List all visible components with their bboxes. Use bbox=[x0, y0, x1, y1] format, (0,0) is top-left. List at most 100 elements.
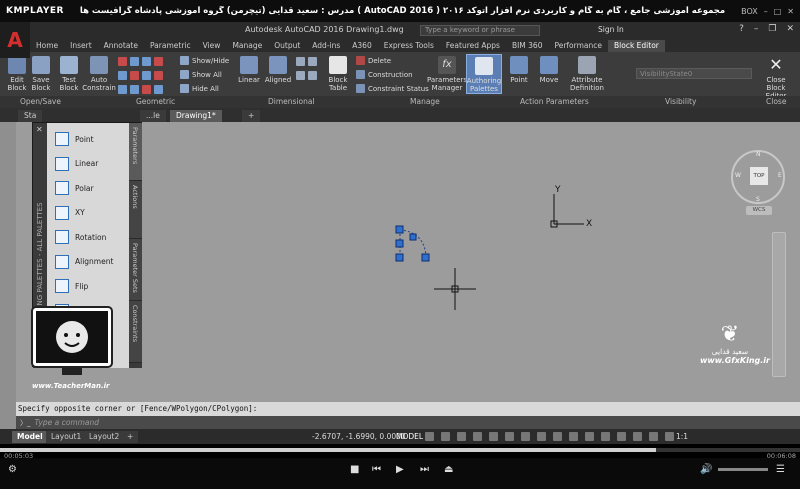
palette-item-flip[interactable]: Flip bbox=[47, 274, 129, 298]
panel-label-action-parameters[interactable]: Action Parameters bbox=[520, 97, 589, 106]
visibility-state-dropdown[interactable]: VisibilityState0 bbox=[636, 68, 752, 79]
previous-icon[interactable]: ⏮ bbox=[372, 464, 381, 475]
dimensional-small-icons-2[interactable] bbox=[296, 71, 317, 80]
palette-tab-parameter-sets[interactable]: Parameter Sets bbox=[129, 239, 142, 301]
ribbon-tab-manage[interactable]: Manage bbox=[226, 40, 268, 52]
ribbon-tab-output[interactable]: Output bbox=[268, 40, 306, 52]
eject-icon[interactable]: ⏏ bbox=[444, 464, 453, 475]
file-tab-drawing1[interactable]: Drawing1* bbox=[170, 110, 222, 122]
wcs-dropdown[interactable]: WCS bbox=[746, 206, 772, 215]
menu-icon[interactable]: ☰ bbox=[776, 464, 785, 475]
panel-label-geometric[interactable]: Geometric bbox=[136, 97, 175, 106]
close-block-editor-button[interactable]: ✕ Close Block Editor bbox=[756, 56, 796, 101]
ribbon-tab-bim-360[interactable]: BIM 360 bbox=[506, 40, 549, 52]
palette-item-point[interactable]: Point bbox=[47, 127, 129, 151]
add-layout-button[interactable]: + bbox=[122, 431, 139, 443]
attribute-definition-button[interactable]: Attribute Definition bbox=[568, 56, 606, 92]
sign-in-button[interactable]: Sign In bbox=[598, 25, 624, 34]
construction-button[interactable]: Construction bbox=[356, 70, 413, 79]
restore-icon[interactable]: ❐ bbox=[768, 24, 776, 34]
block-geometry[interactable] bbox=[395, 225, 430, 262]
command-input[interactable]: 〉_ Type a command bbox=[16, 416, 800, 429]
palette-item-rotation[interactable]: Rotation bbox=[47, 225, 129, 249]
auto-constrain-icon bbox=[90, 56, 108, 74]
palette-item-linear[interactable]: Linear bbox=[47, 152, 129, 176]
ribbon-tab-view[interactable]: View bbox=[197, 40, 227, 52]
show-all-button[interactable]: Show All bbox=[180, 70, 222, 79]
volume-slider[interactable] bbox=[718, 468, 768, 471]
close-icon[interactable]: ✕ bbox=[787, 7, 794, 16]
viewcube[interactable]: N W E S TOP bbox=[731, 150, 785, 204]
layout1-tab[interactable]: Layout1 bbox=[46, 431, 87, 443]
minimize-icon[interactable]: – bbox=[754, 24, 759, 34]
ribbon-tab-parametric[interactable]: Parametric bbox=[144, 40, 197, 52]
file-tab-hidden[interactable]: ...le bbox=[140, 110, 166, 122]
volume-icon[interactable]: 🔊 bbox=[700, 464, 712, 475]
maximize-icon[interactable]: □ bbox=[774, 7, 782, 16]
geometric-constraint-icons-2[interactable] bbox=[118, 71, 163, 80]
save-block-button[interactable]: Save Block bbox=[30, 56, 52, 92]
authoring-palettes-button[interactable]: Authoring Palettes bbox=[466, 54, 502, 94]
close-icon[interactable]: ✕ bbox=[36, 125, 43, 134]
ribbon-tab-a360[interactable]: A360 bbox=[346, 40, 377, 52]
viewcube-west[interactable]: W bbox=[735, 172, 741, 179]
search-input[interactable]: Type a keyword or phrase bbox=[420, 25, 540, 36]
hide-all-button[interactable]: Hide All bbox=[180, 84, 219, 93]
play-icon[interactable]: ▶ bbox=[396, 464, 404, 475]
palette-tab-actions[interactable]: Actions bbox=[129, 181, 142, 239]
point-parameter-button[interactable]: Point bbox=[506, 56, 532, 84]
palette-tab-constraints[interactable]: Constraints bbox=[129, 301, 142, 363]
help-icon[interactable]: ? bbox=[739, 24, 744, 34]
panel-label-open-save[interactable]: Open/Save bbox=[20, 97, 61, 106]
navigation-bar[interactable] bbox=[772, 232, 786, 377]
drawing-canvas[interactable]: Y X ✕ BLOCK AUTHORING PALETTES - ALL PAL… bbox=[0, 122, 800, 402]
palette-item-polar[interactable]: Polar bbox=[47, 176, 129, 200]
show-hide-button[interactable]: Show/Hide bbox=[180, 56, 229, 65]
viewcube-top-face[interactable]: TOP bbox=[750, 167, 768, 185]
geometric-constraint-icons-3[interactable] bbox=[118, 85, 163, 94]
ribbon-tab-performance[interactable]: Performance bbox=[548, 40, 608, 52]
model-space-button[interactable]: MODEL bbox=[396, 432, 423, 441]
command-prompt-icon[interactable]: 〉_ bbox=[20, 418, 31, 428]
palette-item-alignment[interactable]: Alignment bbox=[47, 250, 129, 274]
layout2-tab[interactable]: Layout2 bbox=[84, 431, 125, 443]
command-line-grip[interactable] bbox=[0, 402, 16, 429]
ribbon-tab-express-tools[interactable]: Express Tools bbox=[378, 40, 440, 52]
test-block-button[interactable]: Test Block bbox=[58, 56, 80, 92]
viewcube-east[interactable]: E bbox=[778, 172, 782, 179]
application-menu-button[interactable]: A bbox=[0, 22, 30, 58]
aligned-dimension-button[interactable]: Aligned bbox=[264, 56, 292, 84]
dimensional-small-icons[interactable] bbox=[296, 57, 317, 66]
minimize-icon[interactable]: – bbox=[764, 7, 768, 16]
ribbon-tab-annotate[interactable]: Annotate bbox=[98, 40, 144, 52]
delete-button[interactable]: Delete bbox=[356, 56, 391, 65]
player-box-label[interactable]: BOX bbox=[741, 7, 758, 16]
parameters-manager-button[interactable]: fx Parameters Manager bbox=[427, 56, 467, 92]
new-tab-button[interactable]: + bbox=[242, 110, 261, 122]
ribbon-tab-home[interactable]: Home bbox=[30, 40, 64, 52]
ribbon-tab-featured-apps[interactable]: Featured Apps bbox=[440, 40, 506, 52]
move-action-button[interactable]: Move bbox=[536, 56, 562, 84]
linear-dimension-button[interactable]: Linear bbox=[236, 56, 262, 84]
player-progress-bar[interactable] bbox=[0, 448, 800, 452]
edit-block-button[interactable]: Edit Block bbox=[4, 56, 30, 92]
file-tab-start[interactable]: Sta bbox=[18, 110, 43, 122]
status-toggle-icons[interactable] bbox=[425, 432, 674, 441]
palette-item-xy[interactable]: XY bbox=[47, 201, 129, 225]
constraint-status-button[interactable]: Constraint Status bbox=[356, 84, 429, 93]
viewcube-south[interactable]: S bbox=[756, 196, 760, 203]
block-table-button[interactable]: Block Table bbox=[324, 56, 352, 92]
stop-icon[interactable]: ■ bbox=[350, 464, 359, 475]
ribbon-tab-insert[interactable]: Insert bbox=[64, 40, 98, 52]
ribbon-tab-add-ins[interactable]: Add-ins bbox=[306, 40, 346, 52]
viewcube-north[interactable]: N bbox=[756, 151, 761, 158]
next-icon[interactable]: ⏭ bbox=[420, 464, 429, 475]
model-tab[interactable]: Model bbox=[12, 431, 48, 443]
close-icon[interactable]: ✕ bbox=[786, 24, 794, 34]
annotation-scale[interactable]: 1:1 bbox=[676, 432, 688, 441]
ribbon-tab-block-editor[interactable]: Block Editor bbox=[608, 40, 665, 52]
settings-icon[interactable]: ⚙ bbox=[8, 464, 17, 475]
auto-constrain-button[interactable]: Auto Constrain bbox=[82, 56, 116, 92]
geometric-constraint-icons[interactable] bbox=[118, 57, 163, 66]
palette-tab-parameters[interactable]: Parameters bbox=[129, 123, 142, 181]
